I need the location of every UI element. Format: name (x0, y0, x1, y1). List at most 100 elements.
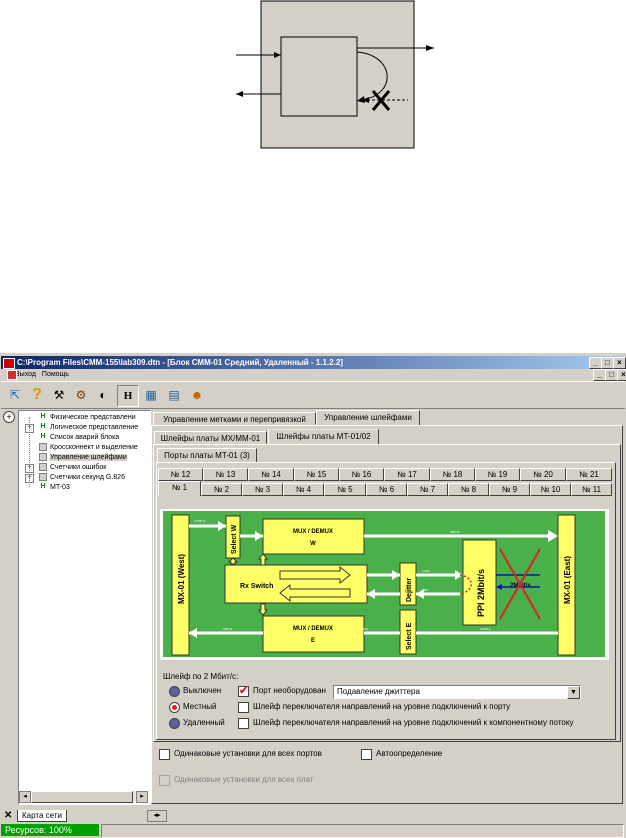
mux-w-label-1: MUX / DEMUX (293, 529, 333, 535)
port-tab-1[interactable]: № 1 (158, 481, 201, 496)
mx-east-label: MX-01 (East) (563, 556, 572, 604)
tree-item-g826[interactable]: Счетчики секунд G.826 (39, 473, 125, 483)
radio-local[interactable] (169, 702, 180, 713)
abo-e-label: AB0 E (360, 627, 369, 631)
tab-loop-control[interactable]: Управление шлейфами (316, 410, 420, 425)
scroll-left-icon[interactable]: ◂ (19, 791, 31, 803)
port-tab-18[interactable]: № 18 (430, 468, 475, 481)
help-icon[interactable]: ? (27, 385, 47, 405)
port-tab-4[interactable]: № 4 (283, 483, 324, 496)
tab-mt-loops[interactable]: Шлейфы платы MT-01/02 (268, 429, 379, 444)
tab-mt01-ports[interactable]: Порты платы MT-01 (3) (157, 448, 257, 463)
h-icon: H (40, 413, 46, 421)
port-tab-11[interactable]: № 11 (571, 483, 612, 496)
doc-close-button[interactable]: × (617, 369, 626, 381)
port-tab-21[interactable]: № 21 (566, 468, 612, 481)
port-schematic: MX-01 (West) MX-01 (East) Select W MUX /… (160, 509, 609, 660)
auto-detect-checkbox[interactable] (361, 749, 372, 760)
h-button[interactable]: H (117, 385, 139, 407)
h-icon: H (40, 433, 46, 441)
radio-remote-label: Удаленный (183, 718, 225, 727)
status-area: ✕ Карта сети ◂▸ Ресурсов: 100% (0, 810, 626, 838)
mx-west-label: MX-01 (West) (177, 554, 186, 604)
app-icon (3, 358, 15, 369)
same-ports-checkbox[interactable] (159, 749, 170, 760)
jitter-dropdown-value: Подавление джиттера (337, 687, 420, 696)
abo-w-label-2: AB0 W (223, 627, 233, 631)
port-tab-13[interactable]: № 13 (203, 468, 248, 481)
lpsb-w-label: LPSB W (194, 519, 206, 523)
tree-item-error-counters[interactable]: Счетчики ошибок (39, 463, 106, 473)
tree-hscrollbar[interactable]: ◂ ▸ (19, 791, 148, 803)
port-unequipped-checkbox[interactable]: ✔ (238, 686, 249, 697)
port-tab-10[interactable]: № 10 (530, 483, 571, 496)
exit-icon[interactable]: ⇱ (5, 385, 25, 405)
tree-item-crossconnect[interactable]: Кроссконнект и выделение (39, 443, 138, 453)
radio-off[interactable] (169, 686, 180, 697)
port-tab-5[interactable]: № 5 (324, 483, 366, 496)
port-tab-9[interactable]: № 9 (489, 483, 530, 496)
abo-label: AB0 (422, 588, 428, 592)
port-tab-17[interactable]: № 17 (384, 468, 430, 481)
diagram-inner-box (280, 36, 358, 117)
mux-e-label-2: E (311, 638, 315, 644)
port-tab-20[interactable]: № 20 (520, 468, 566, 481)
tree-item-mt03[interactable]: H MT-03 (39, 483, 69, 493)
port-tab-14[interactable]: № 14 (248, 468, 294, 481)
tree-view[interactable]: H Физическое представлени + H Логическое п… (18, 410, 151, 805)
h-icon: H (40, 483, 46, 491)
output-arrowhead (426, 45, 434, 51)
settings-icon[interactable]: ☻ (187, 385, 207, 405)
port-unequipped-label: Порт необорудован (253, 686, 326, 695)
select-w-label: Select W (231, 524, 238, 554)
port-tab-15[interactable]: № 15 (294, 468, 339, 481)
menu-help[interactable]: Помощь (42, 371, 69, 378)
radio-remote[interactable] (169, 718, 180, 729)
port-tab-7[interactable]: № 7 (407, 483, 448, 496)
auto-detect-label: Автоопределение (376, 749, 443, 758)
board2-icon[interactable]: ▤ (164, 385, 184, 405)
tree-item-logical[interactable]: H Логическое представление (39, 423, 138, 433)
scroll-thumb[interactable] (31, 791, 133, 803)
loop-diagram (236, 0, 434, 149)
chevron-down-icon[interactable]: ▼ (567, 686, 580, 699)
ppi-label: PPI 2Mbit/s (476, 569, 486, 617)
tools-icon[interactable]: ⚒ (49, 385, 69, 405)
menu-exit[interactable]: Выход (15, 371, 36, 378)
port-tab-8[interactable]: № 8 (448, 483, 489, 496)
close-icon[interactable]: ✕ (4, 810, 12, 822)
network-icon[interactable]: ⚙ (71, 385, 91, 405)
tab-network-map[interactable]: Карта сети (17, 810, 67, 822)
port-tab-2[interactable]: № 2 (201, 483, 242, 496)
tree-item-alarms[interactable]: H Список аварий блока (39, 433, 119, 443)
port-tab-19[interactable]: № 19 (475, 468, 520, 481)
switch-component-checkbox[interactable] (238, 718, 249, 729)
same-boards-checkbox[interactable] (159, 775, 170, 786)
board-icon[interactable]: ▦ (141, 385, 161, 405)
switch-port-checkbox[interactable] (238, 702, 249, 713)
title-bar[interactable]: C:\Program Files\CMM-155\lab309.dtn - [Б… (1, 356, 626, 369)
scroll-right-icon[interactable]: ▸ (136, 791, 148, 803)
sound-icon[interactable]: ◐ (93, 385, 113, 405)
tree-guide-line (29, 417, 31, 487)
h-icon: H (40, 423, 46, 431)
switch-component-label: Шлейф переключателя направлений на уровн… (253, 718, 574, 727)
tab-labels-binding[interactable]: Управление метками и перепривязкой (153, 412, 316, 425)
doc-icon (7, 370, 17, 380)
port-tab-16[interactable]: № 16 (339, 468, 384, 481)
tree-item-physical[interactable]: H Физическое представлени (39, 413, 135, 423)
rx-switch-label: Rx Switch (240, 583, 273, 590)
port-tab-12[interactable]: № 12 (158, 468, 203, 481)
mux-e-block (262, 615, 365, 653)
close-button[interactable]: × (613, 357, 626, 369)
port-tab-3[interactable]: № 3 (242, 483, 283, 496)
tab-scroll-icon[interactable]: ◂▸ (147, 810, 167, 822)
jitter-dropdown[interactable]: Подавление джиттера ▼ (333, 685, 581, 699)
add-icon[interactable]: + (3, 411, 15, 423)
tree-item-loops[interactable]: Управление шлейфами (39, 453, 127, 463)
tab-mx-mm-loops[interactable]: Шлейфы платы MX/MM-01 (154, 431, 267, 444)
resources-indicator: Ресурсов: 100% (1, 824, 99, 836)
radio-local-label: Местный (183, 702, 217, 711)
mux-w-label-2: W (310, 541, 316, 547)
port-tab-6[interactable]: № 6 (366, 483, 407, 496)
